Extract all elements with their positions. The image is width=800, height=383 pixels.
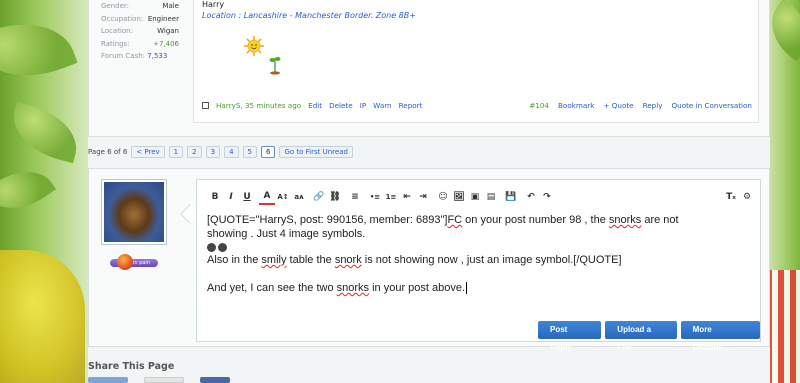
watering-can-decoration bbox=[0, 250, 85, 383]
upload-file-button[interactable]: Upload a File bbox=[605, 321, 677, 352]
quote-in-conversation-link[interactable]: Quote in Conversation bbox=[672, 101, 753, 110]
quick-reply-panel: in pain B I U A A↕ aᴀ 🔗 ⛓ ≡ •≡ 1≡ ⇤ ⇥ ☺ … bbox=[88, 168, 770, 352]
left-leaf-background bbox=[0, 0, 90, 383]
remove-format-icon[interactable]: Tₓ bbox=[723, 189, 739, 205]
forum-cash: Forum Cash: 7,533 bbox=[101, 52, 168, 60]
italic-icon[interactable]: I bbox=[223, 189, 239, 205]
report-link[interactable]: Report bbox=[399, 101, 423, 110]
underline-icon[interactable]: U bbox=[239, 189, 255, 205]
redo-icon[interactable]: ↷ bbox=[539, 189, 555, 205]
bold-icon[interactable]: B bbox=[207, 189, 223, 205]
reply-editor[interactable]: B I U A A↕ aᴀ 🔗 ⛓ ≡ •≡ 1≡ ⇤ ⇥ ☺ 🖼 ▣ ▤ 💾 … bbox=[196, 179, 761, 352]
broken-image-icon bbox=[218, 242, 227, 252]
delete-link[interactable]: Delete bbox=[329, 101, 353, 110]
page-label: Page 6 of 6 bbox=[88, 148, 128, 156]
signature-name: Harry bbox=[202, 0, 225, 9]
editor-content[interactable]: [QUOTE="HarryS, post: 990156, member: 68… bbox=[207, 213, 755, 295]
dog-avatar-image bbox=[104, 182, 164, 242]
reply-buttons: Post Reply Upload a File More Options... bbox=[538, 321, 760, 352]
broken-image-icons bbox=[207, 241, 755, 253]
prev-page-button[interactable]: < Prev bbox=[131, 146, 165, 158]
outdent-icon[interactable]: ⇤ bbox=[399, 189, 415, 205]
ip-link[interactable]: IP bbox=[360, 101, 366, 110]
broken-image-icon bbox=[207, 242, 216, 252]
share-button[interactable] bbox=[144, 377, 184, 383]
post-footer: HarryS, 35 minutes ago Edit Delete IP Wa… bbox=[202, 99, 752, 111]
post-panel: Gender: Male Occupation: Engineer Location… bbox=[88, 0, 770, 137]
align-icon[interactable]: ≡ bbox=[347, 189, 363, 205]
sun-smiley-icon bbox=[244, 36, 264, 56]
unlink-icon[interactable]: ⛓ bbox=[327, 189, 343, 205]
link-icon[interactable]: 🔗 bbox=[311, 189, 327, 205]
numbered-list-icon[interactable]: 1≡ bbox=[383, 189, 399, 205]
toolbar-right: Tₓ ⚙ bbox=[723, 189, 755, 205]
quote-link[interactable]: + Quote bbox=[603, 101, 633, 110]
post-reply-button[interactable]: Post Reply bbox=[538, 321, 602, 352]
indent-icon[interactable]: ⇥ bbox=[415, 189, 431, 205]
post-number[interactable]: #104 bbox=[529, 101, 549, 110]
quote-line-1: [QUOTE="HarryS, post: 990156, member: 68… bbox=[207, 214, 679, 226]
save-draft-icon[interactable]: 💾 bbox=[503, 189, 519, 205]
select-post-checkbox[interactable] bbox=[202, 101, 209, 109]
more-options-button[interactable]: More Options... bbox=[680, 321, 760, 352]
share-button[interactable] bbox=[88, 377, 128, 383]
share-title: Share This Page bbox=[88, 361, 175, 372]
reply-line: And yet, I can see the two snorks in you… bbox=[207, 282, 468, 294]
share-button[interactable] bbox=[200, 377, 230, 383]
pagination: Page 6 of 6 < Prev 1 2 3 4 5 6 Go to Fir… bbox=[88, 146, 357, 158]
post-body: Harry Location : Lancashire - Manchester… bbox=[193, 0, 759, 123]
page-button[interactable]: 5 bbox=[242, 146, 257, 158]
bookmark-link[interactable]: Bookmark bbox=[558, 101, 594, 110]
post-author-time[interactable]: HarryS, 35 minutes ago bbox=[216, 101, 301, 110]
post-actions-right: #104 Bookmark + Quote Reply Quote in Con… bbox=[529, 101, 752, 110]
quote-line-3: Also in the smily table the snork is not… bbox=[207, 254, 622, 266]
text-color-icon[interactable]: A bbox=[259, 189, 275, 205]
quote-line-2: showing . Just 4 image symbols. bbox=[207, 228, 366, 240]
reply-link[interactable]: Reply bbox=[643, 101, 663, 110]
sprout-icon bbox=[269, 57, 281, 75]
media-icon[interactable]: ▣ bbox=[467, 189, 483, 205]
mood-face-icon bbox=[117, 254, 133, 270]
image-icon[interactable]: 🖼 bbox=[451, 189, 467, 205]
signature-location: Location : Lancashire - Manchester Borde… bbox=[202, 11, 416, 20]
warn-link[interactable]: Warn bbox=[373, 101, 391, 110]
font-family-icon[interactable]: aᴀ bbox=[291, 189, 307, 205]
editor-toolbar: B I U A A↕ aᴀ 🔗 ⛓ ≡ •≡ 1≡ ⇤ ⇥ ☺ 🖼 ▣ ▤ 💾 … bbox=[207, 188, 755, 205]
insert-icon[interactable]: ▤ bbox=[483, 189, 499, 205]
smilie-icon[interactable]: ☺ bbox=[435, 189, 451, 205]
font-size-icon[interactable]: A↕ bbox=[275, 189, 291, 205]
edit-link[interactable]: Edit bbox=[308, 101, 322, 110]
page-button[interactable]: 4 bbox=[224, 146, 239, 158]
bullet-list-icon[interactable]: •≡ bbox=[367, 189, 383, 205]
avatar[interactable] bbox=[101, 179, 167, 245]
undo-icon[interactable]: ↶ bbox=[523, 189, 539, 205]
page-button[interactable]: 2 bbox=[187, 146, 202, 158]
user-info-row: Gender: Male bbox=[101, 2, 179, 10]
user-info-row: Ratings: +7,406 bbox=[101, 39, 179, 48]
toggle-bbcode-icon[interactable]: ⚙ bbox=[739, 189, 755, 205]
user-info-row: Location: Wigan bbox=[101, 27, 179, 35]
page-button[interactable]: 1 bbox=[168, 146, 184, 158]
user-info-row: Occupation: Engineer bbox=[101, 14, 179, 23]
page-button[interactable]: 3 bbox=[205, 146, 221, 158]
user-info: Gender: Male Occupation: Engineer Location… bbox=[101, 0, 179, 63]
share-buttons bbox=[88, 377, 230, 383]
main-column: Gender: Male Occupation: Engineer Location… bbox=[88, 0, 770, 383]
first-unread-button[interactable]: Go to First Unread bbox=[279, 146, 353, 158]
current-page-button[interactable]: 6 bbox=[261, 146, 276, 158]
